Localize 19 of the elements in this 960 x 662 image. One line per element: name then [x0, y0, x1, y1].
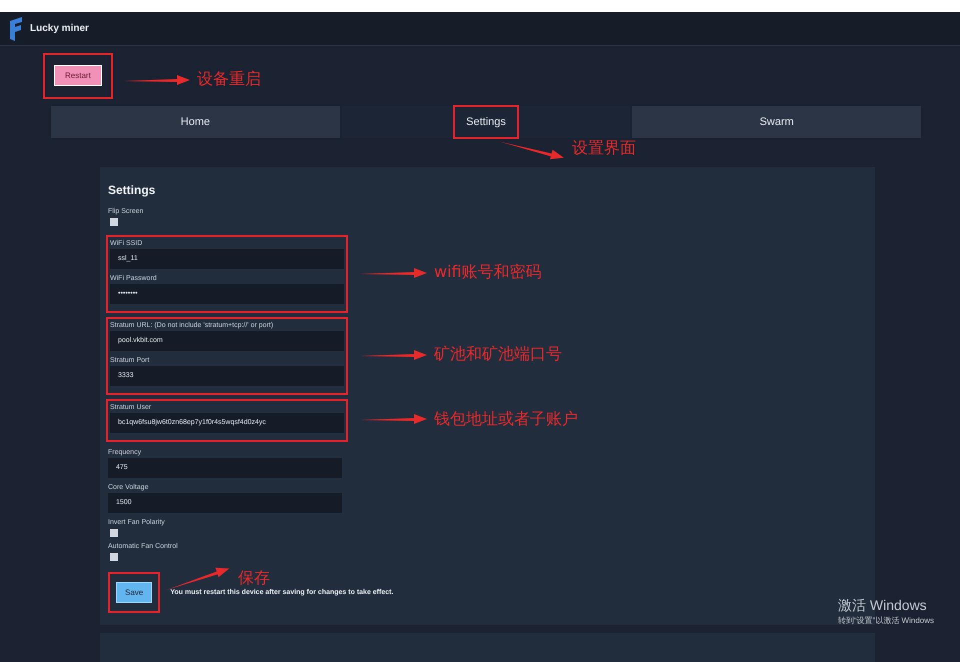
annotation-label: 设备重启 — [196, 69, 261, 90]
logo-icon — [8, 16, 24, 40]
annotation-label: 钱包地址或者子账户 — [434, 408, 578, 430]
save-button[interactable]: Save — [116, 582, 152, 603]
activation-title: 激活 Windows — [838, 597, 928, 615]
checkbox[interactable] — [110, 218, 118, 226]
card-title: Settings — [108, 183, 156, 197]
annotation-label: 矿池和矿池端口号 — [434, 344, 562, 365]
annotation-label: 设置界面 — [572, 138, 636, 159]
restart-button[interactable]: Restart — [54, 65, 102, 86]
activation-subtitle: 转到“设置”以激活 Windows — [838, 615, 934, 626]
checkbox[interactable] — [110, 553, 118, 561]
tab[interactable]: Home — [50, 105, 341, 139]
annotation-label: 保存 — [238, 568, 270, 588]
annotation-frame — [453, 105, 519, 139]
tab[interactable]: Swarm — [631, 105, 922, 139]
app-title: Lucky miner — [30, 23, 89, 34]
annotation-label: wifi账号和密码 — [434, 262, 542, 283]
checkbox[interactable] — [110, 529, 118, 537]
